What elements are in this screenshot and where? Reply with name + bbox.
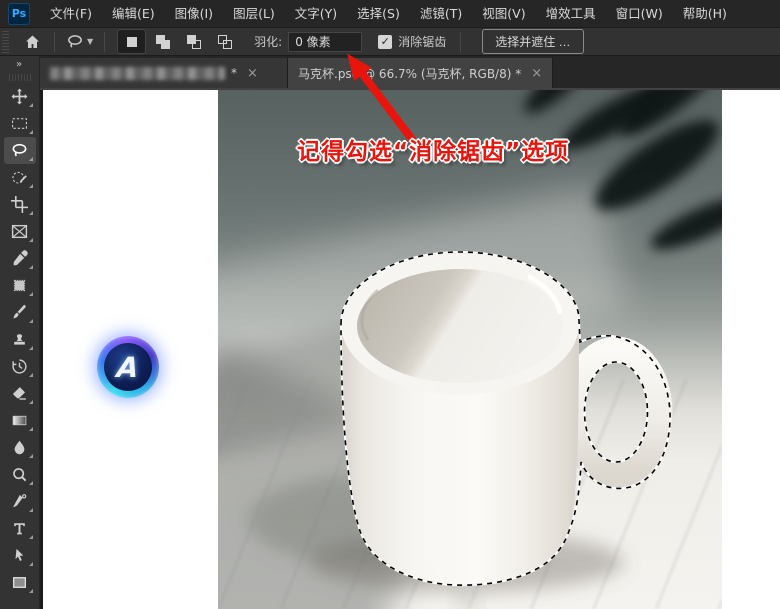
annotation-text: 记得勾选“消除锯齿”选项 bbox=[297, 139, 570, 165]
menu-图层[interactable]: 图层(L) bbox=[223, 0, 285, 28]
menu-items: 文件(F) 编辑(E) 图像(I) 图层(L) 文字(Y) 选择(S) 滤镜(T) 视图(V)… bbox=[40, 0, 737, 28]
menu-文字[interactable]: 文字(Y) bbox=[285, 0, 347, 28]
options-bar: ▼ 羽化: 0 像素 ✓ 消除锯齿 选择并遮住 … bbox=[0, 28, 780, 56]
path-selection-tool[interactable] bbox=[4, 542, 36, 569]
menu-图像[interactable]: 图像(I) bbox=[165, 0, 223, 28]
add-to-selection-icon bbox=[155, 34, 170, 49]
lasso-tool-preset[interactable]: ▼ bbox=[62, 31, 97, 52]
gradient-tool[interactable] bbox=[4, 407, 36, 434]
tool-list bbox=[3, 83, 36, 596]
move-tool[interactable] bbox=[4, 83, 36, 110]
tab-modified-asterisk: * bbox=[231, 66, 237, 80]
a-logo-badge: A bbox=[97, 336, 159, 398]
antialias-label: 消除锯齿 bbox=[398, 35, 447, 49]
healing-brush-tool[interactable] bbox=[4, 272, 36, 299]
chevron-down-icon: ▼ bbox=[87, 37, 94, 46]
menu-视图[interactable]: 视图(V) bbox=[472, 0, 535, 28]
mug-photo-layer bbox=[218, 90, 722, 609]
object-selection-tool[interactable] bbox=[4, 164, 36, 191]
frame-tool[interactable] bbox=[4, 218, 36, 245]
a-logo-inner: A bbox=[104, 343, 152, 391]
panel-grip bbox=[8, 74, 31, 81]
menu-窗口[interactable]: 窗口(W) bbox=[606, 0, 673, 28]
select-and-mask-button[interactable]: 选择并遮住 … bbox=[482, 29, 584, 54]
rectangle-tool[interactable] bbox=[4, 569, 36, 596]
menu-帮助[interactable]: 帮助(H) bbox=[673, 0, 737, 28]
crop-tool[interactable] bbox=[4, 191, 36, 218]
tab-document-1[interactable]: * × bbox=[40, 58, 288, 88]
lasso-tool[interactable] bbox=[3, 137, 36, 164]
feather-input[interactable]: 0 像素 bbox=[288, 31, 363, 52]
menu-编辑[interactable]: 编辑(E) bbox=[102, 0, 165, 28]
dodge-tool[interactable] bbox=[4, 461, 36, 488]
close-icon[interactable]: × bbox=[247, 66, 258, 81]
menu-文件[interactable]: 文件(F) bbox=[40, 0, 102, 28]
photoshop-logo-icon: Ps bbox=[8, 2, 30, 25]
menu-选择[interactable]: 选择(S) bbox=[347, 0, 410, 28]
menu-滤镜[interactable]: 滤镜(T) bbox=[410, 0, 472, 28]
redacted-tab-title bbox=[50, 66, 225, 80]
close-icon[interactable]: × bbox=[531, 66, 542, 81]
intersect-selection-button[interactable] bbox=[211, 30, 238, 53]
subtract-from-selection-icon bbox=[186, 34, 201, 49]
document-tab-bar: * × 马克杯.psd @ 66.7% (马克杯, RGB/8) * × bbox=[40, 56, 780, 90]
a-logo-letter: A bbox=[115, 350, 141, 384]
intersect-selection-icon bbox=[217, 34, 232, 49]
blur-tool[interactable] bbox=[4, 434, 36, 461]
tools-panel: » bbox=[0, 56, 40, 609]
collapse-panel-button[interactable]: » bbox=[16, 56, 23, 74]
divider bbox=[104, 31, 106, 52]
new-selection-icon bbox=[126, 36, 137, 47]
feather-label: 羽化: bbox=[254, 35, 283, 49]
brush-tool[interactable] bbox=[4, 299, 36, 326]
antialias-checkbox[interactable]: ✓ bbox=[378, 34, 393, 49]
menu-增效工具[interactable]: 增效工具 bbox=[536, 0, 606, 28]
divider bbox=[460, 31, 462, 52]
tab-title: 马克杯.psd @ 66.7% (马克杯, RGB/8) * bbox=[298, 66, 522, 81]
marquee-tool[interactable] bbox=[4, 110, 36, 137]
photoshop-window: Ps 文件(F) 编辑(E) 图像(I) 图层(L) 文字(Y) 选择(S) 滤镜(T) 视图… bbox=[0, 0, 780, 609]
mug-image bbox=[248, 250, 673, 609]
eraser-tool[interactable] bbox=[4, 380, 36, 407]
menu-bar: Ps 文件(F) 编辑(E) 图像(I) 图层(L) 文字(Y) 选择(S) 滤镜(T) 视图… bbox=[0, 0, 780, 28]
home-icon[interactable] bbox=[17, 30, 47, 54]
pen-tool[interactable] bbox=[4, 488, 36, 515]
options-grip bbox=[2, 30, 9, 53]
history-brush-tool[interactable] bbox=[4, 353, 36, 380]
tab-document-mug[interactable]: 马克杯.psd @ 66.7% (马克杯, RGB/8) * × bbox=[288, 58, 554, 88]
eyedropper-tool[interactable] bbox=[4, 245, 36, 272]
divider bbox=[54, 31, 55, 52]
subtract-from-selection-button[interactable] bbox=[180, 30, 207, 53]
new-selection-button[interactable] bbox=[117, 29, 147, 54]
lasso-icon bbox=[66, 33, 84, 50]
selection-mode-group bbox=[117, 29, 238, 54]
clone-stamp-tool[interactable] bbox=[4, 326, 36, 353]
add-to-selection-button[interactable] bbox=[149, 30, 176, 53]
type-tool[interactable] bbox=[4, 515, 36, 542]
